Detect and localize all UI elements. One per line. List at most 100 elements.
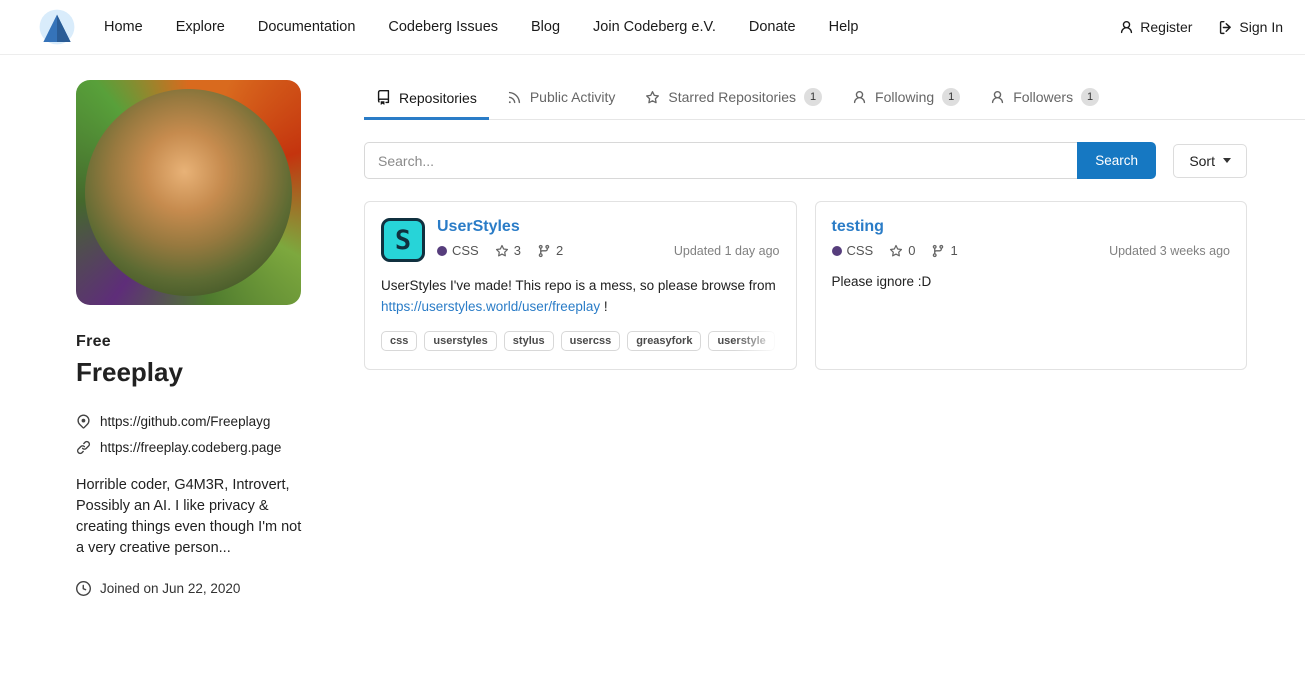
- description-suffix: !: [604, 299, 608, 314]
- repo-meta: CSS 0: [832, 243, 1231, 258]
- nav-codeberg-issues[interactable]: Codeberg Issues: [388, 19, 498, 35]
- language-label: CSS: [452, 243, 479, 258]
- search-row: Search Sort: [364, 142, 1247, 179]
- repo-card-header: S UserStyles CSS: [381, 218, 780, 262]
- topic-tag[interactable]: css: [381, 331, 417, 351]
- git-branch-icon: [931, 244, 945, 258]
- repo-icon: [376, 90, 391, 105]
- page-content: Free Freeplay https://github.com/Freepla…: [0, 55, 1305, 607]
- joined-row: Joined on Jun 22, 2020: [76, 581, 308, 596]
- profile-sidebar: Free Freeplay https://github.com/Freepla…: [76, 80, 308, 607]
- tab-label: Starred Repositories: [668, 89, 796, 105]
- nav-help[interactable]: Help: [829, 19, 859, 35]
- repo-card-testing: testing CSS 0: [815, 201, 1248, 370]
- sign-in-icon: [1218, 20, 1233, 35]
- sort-label: Sort: [1189, 153, 1215, 169]
- repo-meta: CSS 3: [437, 243, 780, 258]
- repo-search: Search: [364, 142, 1156, 179]
- navbar: Home Explore Documentation Codeberg Issu…: [0, 0, 1305, 55]
- link-icon: [76, 440, 91, 455]
- star-count-value: 0: [908, 243, 915, 258]
- register-label: Register: [1140, 19, 1192, 35]
- codeberg-logo[interactable]: [38, 8, 76, 46]
- description-text: UserStyles I've made! This repo is a mes…: [381, 278, 776, 293]
- nav-explore[interactable]: Explore: [176, 19, 225, 35]
- display-name: Free: [76, 333, 308, 351]
- tab-label: Repositories: [399, 90, 477, 106]
- profile-website-row: https://freeplay.codeberg.page: [76, 440, 308, 455]
- fork-count-value: 1: [950, 243, 957, 258]
- tab-followers[interactable]: Followers 1: [978, 80, 1111, 119]
- star-icon: [645, 90, 660, 105]
- updated-timestamp: Updated 3 weeks ago: [1109, 244, 1230, 258]
- avatar-photo: [85, 89, 292, 296]
- tab-label: Followers: [1013, 89, 1073, 105]
- website-url[interactable]: https://freeplay.codeberg.page: [100, 440, 281, 455]
- topic-tag[interactable]: usercss: [561, 331, 621, 351]
- github-url[interactable]: https://github.com/Freeplayg: [100, 414, 270, 429]
- register-link[interactable]: Register: [1119, 19, 1192, 35]
- bio: Horrible coder, G4M3R, Introvert, Possib…: [76, 475, 308, 559]
- clock-icon: [76, 581, 91, 596]
- nav-donate[interactable]: Donate: [749, 19, 796, 35]
- repo-link[interactable]: UserStyles: [437, 218, 520, 236]
- sort-dropdown[interactable]: Sort: [1173, 144, 1247, 178]
- repo-card-userstyles: S UserStyles CSS: [364, 201, 797, 370]
- tab-label: Following: [875, 89, 934, 105]
- repo-link[interactable]: testing: [832, 218, 884, 236]
- tab-badge: 1: [942, 88, 960, 106]
- language-dot: [437, 246, 447, 256]
- tab-following[interactable]: Following 1: [840, 80, 972, 119]
- sign-in-link[interactable]: Sign In: [1218, 19, 1283, 35]
- profile-github-row: https://github.com/Freeplayg: [76, 414, 308, 429]
- nav-join-codeberg[interactable]: Join Codeberg e.V.: [593, 19, 716, 35]
- navbar-auth: Register Sign In: [1119, 19, 1283, 35]
- star-count[interactable]: 0: [889, 243, 915, 258]
- updated-timestamp: Updated 1 day ago: [674, 244, 780, 258]
- search-button[interactable]: Search: [1077, 142, 1156, 179]
- tab-badge: 1: [804, 88, 822, 106]
- search-input[interactable]: [364, 142, 1077, 179]
- person-icon: [852, 90, 867, 105]
- codeberg-logo-icon: [38, 8, 76, 46]
- username: Freeplay: [76, 357, 308, 388]
- topic-tag[interactable]: userstyle: [708, 331, 774, 351]
- fork-count[interactable]: 1: [931, 243, 957, 258]
- profile-tabs: Repositories Public Activity Starred Rep…: [364, 80, 1305, 120]
- tab-starred-repositories[interactable]: Starred Repositories 1: [633, 80, 834, 119]
- language-label: CSS: [847, 243, 874, 258]
- repo-card-header: testing CSS 0: [832, 218, 1231, 258]
- topic-list: css userstyles stylus usercss greasyfork…: [381, 331, 780, 351]
- sign-in-label: Sign In: [1239, 19, 1283, 35]
- avatar[interactable]: [76, 80, 301, 305]
- main-nav: Home Explore Documentation Codeberg Issu…: [104, 19, 858, 35]
- tab-public-activity[interactable]: Public Activity: [495, 80, 628, 119]
- star-icon: [495, 244, 509, 258]
- tab-label: Public Activity: [530, 89, 616, 105]
- repo-avatar: S: [381, 218, 425, 262]
- tab-repositories[interactable]: Repositories: [364, 80, 489, 120]
- topic-tag[interactable]: stylus: [504, 331, 554, 351]
- person-icon: [1119, 20, 1134, 35]
- language-indicator: CSS: [437, 243, 479, 258]
- main-content: Repositories Public Activity Starred Rep…: [364, 80, 1247, 607]
- nav-documentation[interactable]: Documentation: [258, 19, 356, 35]
- fork-count[interactable]: 2: [537, 243, 563, 258]
- joined-date: Joined on Jun 22, 2020: [100, 581, 240, 596]
- git-branch-icon: [537, 244, 551, 258]
- location-icon: [76, 414, 91, 429]
- rss-icon: [507, 90, 522, 105]
- star-count[interactable]: 3: [495, 243, 521, 258]
- nav-home[interactable]: Home: [104, 19, 143, 35]
- repo-list: S UserStyles CSS: [364, 201, 1247, 370]
- star-icon: [889, 244, 903, 258]
- nav-blog[interactable]: Blog: [531, 19, 560, 35]
- star-count-value: 3: [514, 243, 521, 258]
- repo-description: UserStyles I've made! This repo is a mes…: [381, 276, 780, 318]
- language-dot: [832, 246, 842, 256]
- topic-tag[interactable]: userstyles: [424, 331, 496, 351]
- topic-tag[interactable]: greasyfork: [627, 331, 701, 351]
- description-link[interactable]: https://userstyles.world/user/freeplay: [381, 299, 600, 314]
- chevron-down-icon: [1223, 158, 1231, 163]
- repo-description: Please ignore :D: [832, 272, 1231, 293]
